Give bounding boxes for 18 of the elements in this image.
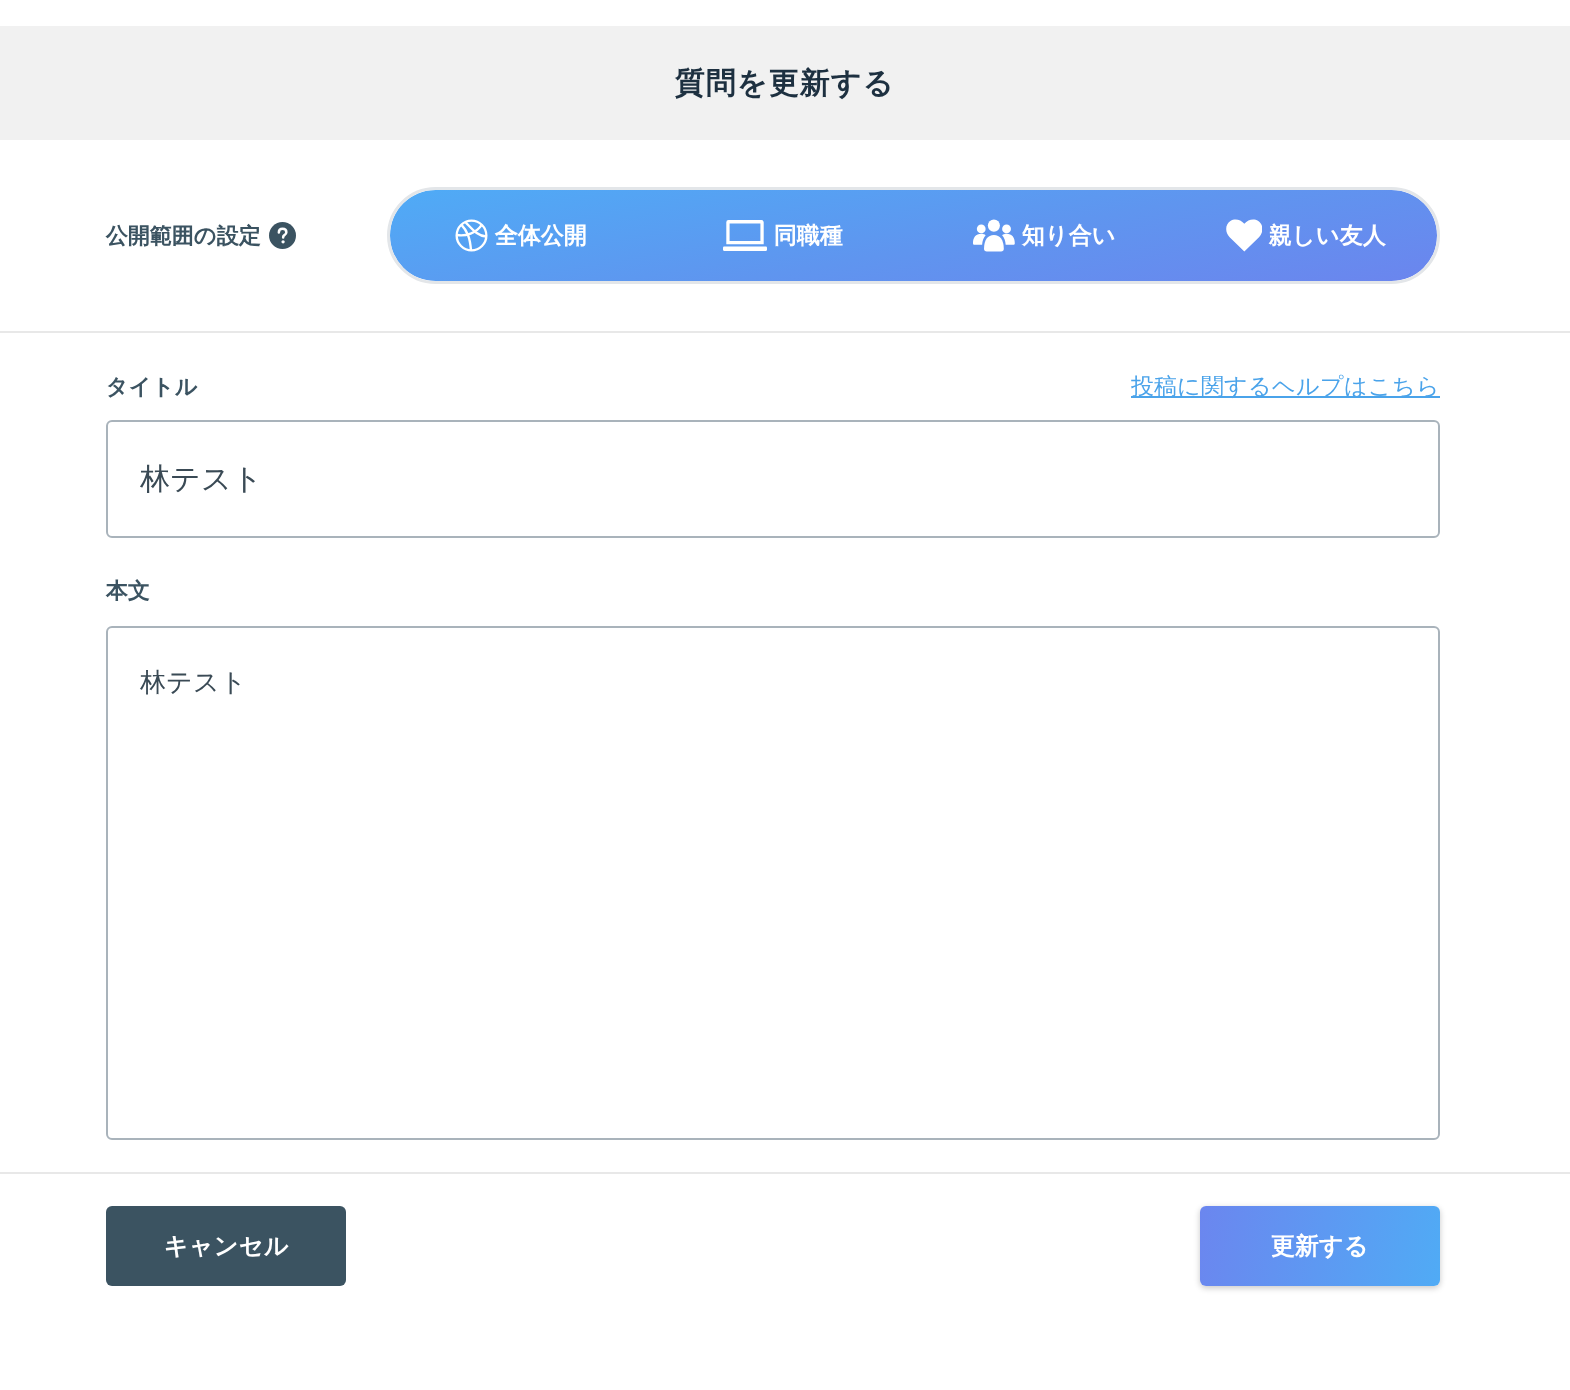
- visibility-option[interactable]: 知り合い: [913, 190, 1176, 281]
- title-input[interactable]: 林テスト: [106, 420, 1440, 538]
- laptop-icon: [722, 219, 767, 252]
- visibility-option[interactable]: 親しい友人: [1175, 190, 1437, 281]
- help-link[interactable]: 投稿に関するヘルプはこちら: [1131, 371, 1440, 402]
- body-label: 本文: [106, 577, 150, 605]
- cancel-button[interactable]: キャンセル: [106, 1206, 346, 1286]
- heart-icon: [1225, 219, 1263, 252]
- visibility-option[interactable]: 同職種: [651, 190, 914, 281]
- visibility-option[interactable]: 全体公開: [390, 190, 652, 281]
- body-textarea[interactable]: 林テスト: [106, 626, 1440, 1140]
- help-icon[interactable]: [269, 222, 296, 249]
- people-icon: [972, 219, 1015, 252]
- visibility-label: 公開範囲の設定: [106, 221, 261, 250]
- ball-icon: [454, 219, 488, 252]
- page-title: 質問を更新する: [675, 63, 895, 102]
- title-label: タイトル: [106, 373, 198, 401]
- update-button[interactable]: 更新する: [1200, 1206, 1440, 1286]
